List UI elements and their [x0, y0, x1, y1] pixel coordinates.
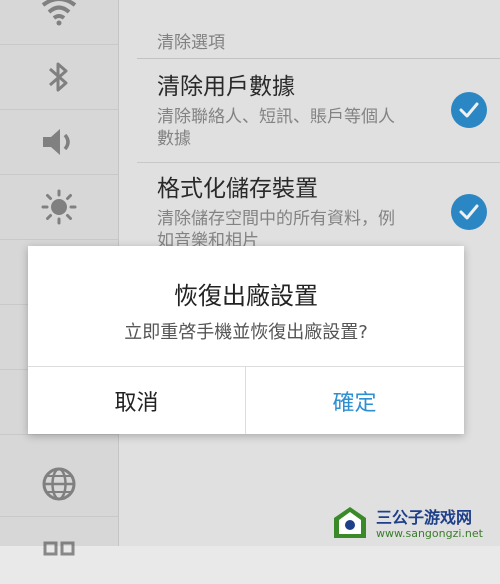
watermark: 三公子游戏网 www.sangongzi.net	[330, 504, 496, 544]
dialog-title: 恢復出廠設置	[174, 282, 318, 310]
watermark-logo-icon	[330, 504, 370, 544]
cancel-button[interactable]: 取消	[28, 367, 245, 434]
dialog-message: 立即重啓手機並恢復出廠設置?	[124, 322, 368, 343]
factory-reset-dialog: 恢復出廠設置 立即重啓手機並恢復出廠設置? 取消 確定	[28, 246, 464, 434]
watermark-brand: 三公子游戏网	[376, 507, 473, 527]
confirm-button[interactable]: 確定	[246, 367, 463, 434]
watermark-url: www.sangongzi.net	[376, 526, 483, 540]
